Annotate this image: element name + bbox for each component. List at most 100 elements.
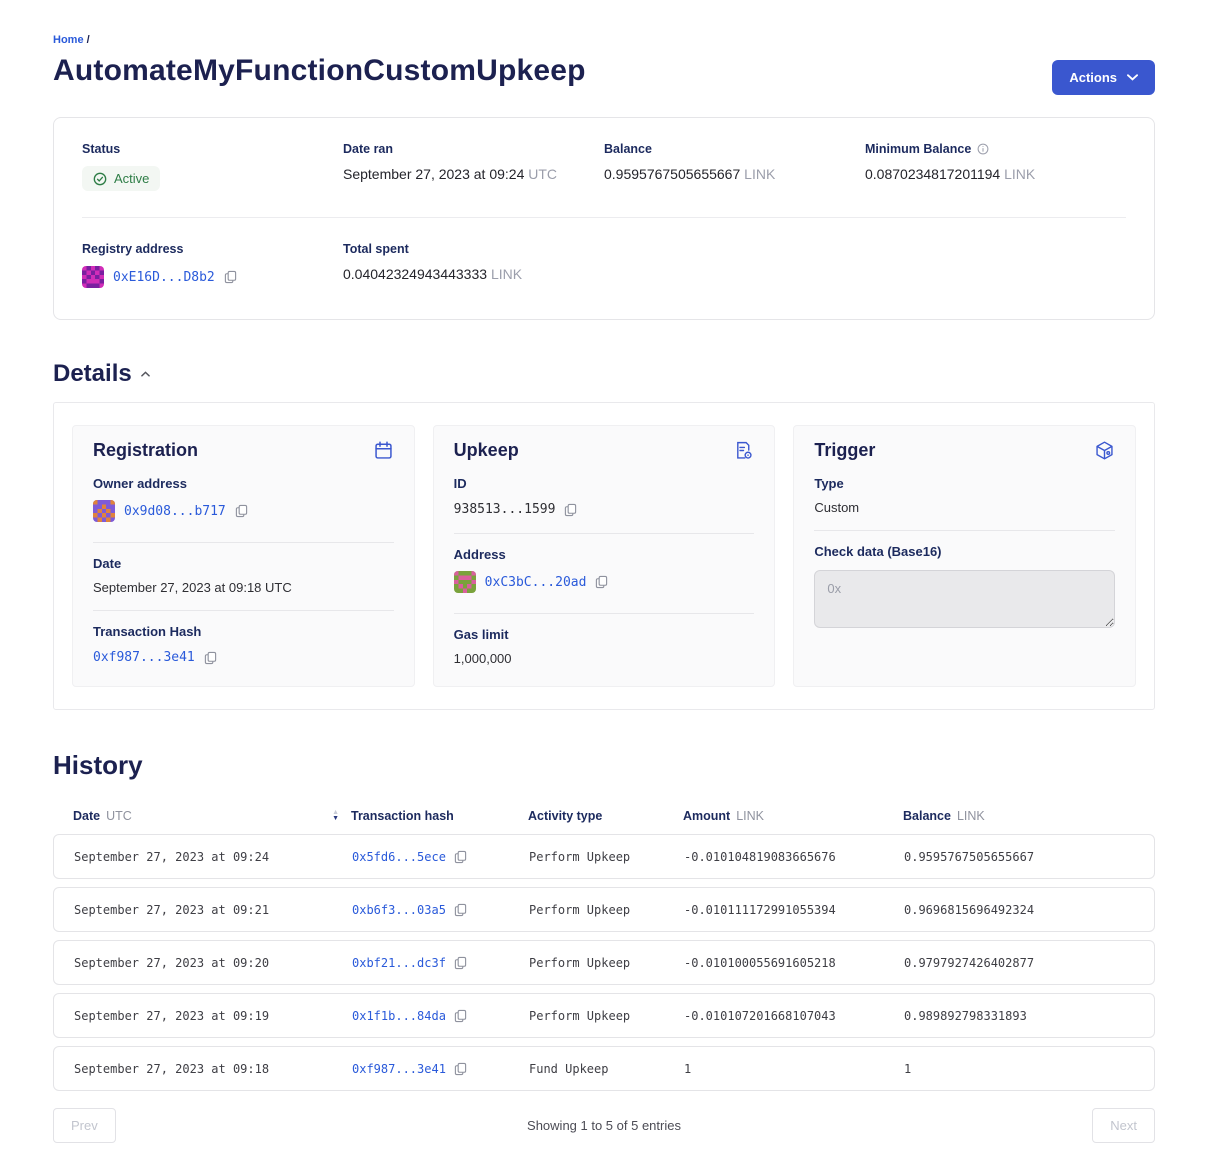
upkeep-detail-page: Home/ AutomateMyFunctionCustomUpkeep Act… — [0, 0, 1208, 1153]
column-header-activity-type: Activity type — [528, 809, 683, 823]
check-circle-icon — [93, 172, 107, 186]
title-row: AutomateMyFunctionCustomUpkeep Actions — [53, 54, 1155, 95]
copy-icon — [224, 270, 237, 284]
pagination-summary: Showing 1 to 5 of 5 entries — [527, 1118, 681, 1133]
copy-icon — [454, 1009, 467, 1023]
column-header-date[interactable]: DateUTC ▲▼ — [73, 809, 351, 823]
row-amount: -0.010100055691605218 — [684, 956, 904, 970]
owner-address-label: Owner address — [93, 476, 394, 491]
min-balance-value: 0.0870234817201194 — [865, 166, 1000, 182]
row-date: September 27, 2023 at 09:20 — [74, 956, 352, 970]
transaction-hash-label: Transaction Hash — [93, 624, 394, 639]
upkeep-card-title: Upkeep — [454, 440, 519, 461]
next-button[interactable]: Next — [1092, 1108, 1155, 1143]
row-amount: -0.010104819083665676 — [684, 850, 904, 864]
row-date: September 27, 2023 at 09:24 — [74, 850, 352, 864]
copy-button[interactable] — [204, 651, 217, 665]
trigger-card: Trigger Type Custom Check data (Base16) — [793, 425, 1136, 687]
table-row: September 27, 2023 at 09:20 0xbf21...dc3… — [53, 940, 1155, 985]
copy-button[interactable] — [564, 503, 577, 517]
row-activity-type: Perform Upkeep — [529, 850, 684, 864]
row-activity-type: Perform Upkeep — [529, 903, 684, 917]
registry-label: Registry address — [82, 242, 343, 256]
copy-button[interactable] — [224, 270, 237, 284]
tx-hash-link[interactable]: 0x5fd6...5ece — [352, 850, 446, 864]
copy-button[interactable] — [454, 850, 467, 864]
upkeep-address-label: Address — [454, 547, 755, 562]
row-balance: 0.989892798331893 — [904, 1009, 1134, 1023]
breadcrumb-separator: / — [87, 34, 90, 46]
column-header-transaction-hash: Transaction hash — [351, 809, 528, 823]
info-icon[interactable] — [977, 143, 989, 155]
check-data-textarea[interactable] — [814, 570, 1115, 628]
date-ran-label: Date ran — [343, 142, 604, 156]
row-tx-hash: 0x1f1b...84da — [352, 1009, 529, 1023]
trigger-type-field: Type Custom — [814, 463, 1115, 531]
owner-identicon — [93, 500, 115, 522]
total-spent-value: 0.04042324943443333 — [343, 266, 487, 282]
check-data-label: Check data (Base16) — [814, 544, 1115, 559]
copy-icon — [204, 651, 217, 665]
registry-identicon — [82, 266, 104, 288]
upkeep-id-field: ID 938513...1599 — [454, 463, 755, 534]
copy-icon — [564, 503, 577, 517]
table-row: September 27, 2023 at 09:21 0xb6f3...03a… — [53, 887, 1155, 932]
tx-hash-link[interactable]: 0xbf21...dc3f — [352, 956, 446, 970]
actions-button-label: Actions — [1069, 70, 1117, 85]
upkeep-identicon — [454, 571, 476, 593]
registration-card: Registration Owner address 0x9d08...b717… — [72, 425, 415, 687]
min-balance-label: Minimum Balance — [865, 142, 971, 156]
overview-card: Status Active Date ran September 27, 202… — [53, 117, 1155, 320]
chevron-up-icon — [141, 371, 150, 377]
chevron-down-icon — [1127, 74, 1138, 81]
actions-button[interactable]: Actions — [1052, 60, 1155, 95]
row-balance: 0.9595767505655667 — [904, 850, 1134, 864]
balance-label: Balance — [604, 142, 865, 156]
upkeep-address-link[interactable]: 0xC3bC...20ad — [485, 575, 587, 590]
history-table-body: September 27, 2023 at 09:24 0x5fd6...5ec… — [53, 834, 1155, 1091]
min-balance-unit: LINK — [1004, 166, 1035, 182]
copy-icon — [454, 956, 467, 970]
cube-icon — [1094, 440, 1115, 461]
copy-button[interactable] — [454, 1009, 467, 1023]
owner-address-link[interactable]: 0x9d08...b717 — [124, 504, 226, 519]
row-tx-hash: 0xbf21...dc3f — [352, 956, 529, 970]
status-badge-label: Active — [114, 171, 149, 186]
row-amount: -0.010107201668107043 — [684, 1009, 904, 1023]
breadcrumb: Home/ — [53, 34, 1155, 46]
overview-row-1: Status Active Date ran September 27, 202… — [82, 142, 1126, 191]
row-date: September 27, 2023 at 09:19 — [74, 1009, 352, 1023]
row-activity-type: Perform Upkeep — [529, 1009, 684, 1023]
file-gear-icon — [733, 440, 754, 461]
row-date: September 27, 2023 at 09:21 — [74, 903, 352, 917]
copy-icon — [454, 903, 467, 917]
date-ran-unit: UTC — [528, 166, 557, 182]
copy-button[interactable] — [454, 956, 467, 970]
copy-button[interactable] — [454, 903, 467, 917]
table-row: September 27, 2023 at 09:19 0x1f1b...84d… — [53, 993, 1155, 1038]
tx-hash-link[interactable]: 0xb6f3...03a5 — [352, 903, 446, 917]
trigger-type-label: Type — [814, 476, 1115, 491]
status-badge: Active — [82, 166, 160, 191]
total-spent-unit: LINK — [491, 266, 522, 282]
details-section-header[interactable]: Details — [53, 360, 1155, 388]
copy-icon — [454, 850, 467, 864]
balance-field: Balance 0.9595767505655667 LINK — [604, 142, 865, 191]
copy-button[interactable] — [595, 575, 608, 589]
gas-limit-value: 1,000,000 — [454, 651, 755, 666]
upkeep-card: Upkeep ID 938513...1599 Address 0xC3bC..… — [433, 425, 776, 687]
breadcrumb-home-link[interactable]: Home — [53, 34, 84, 46]
owner-address-field: Owner address 0x9d08...b717 — [93, 463, 394, 543]
prev-button[interactable]: Prev — [53, 1108, 116, 1143]
balance-value: 0.9595767505655667 — [604, 166, 740, 182]
registry-address-link[interactable]: 0xE16D...D8b2 — [113, 270, 215, 285]
tx-hash-link[interactable]: 0x1f1b...84da — [352, 1009, 446, 1023]
overview-divider — [82, 217, 1126, 218]
registration-date-value: September 27, 2023 at 09:18 UTC — [93, 580, 394, 595]
copy-icon — [235, 504, 248, 518]
column-header-balance: BalanceLINK — [903, 809, 1135, 823]
copy-button[interactable] — [235, 504, 248, 518]
row-balance: 0.9797927426402877 — [904, 956, 1134, 970]
date-column-label: Date — [73, 809, 100, 823]
registration-tx-link[interactable]: 0xf987...3e41 — [93, 650, 195, 665]
